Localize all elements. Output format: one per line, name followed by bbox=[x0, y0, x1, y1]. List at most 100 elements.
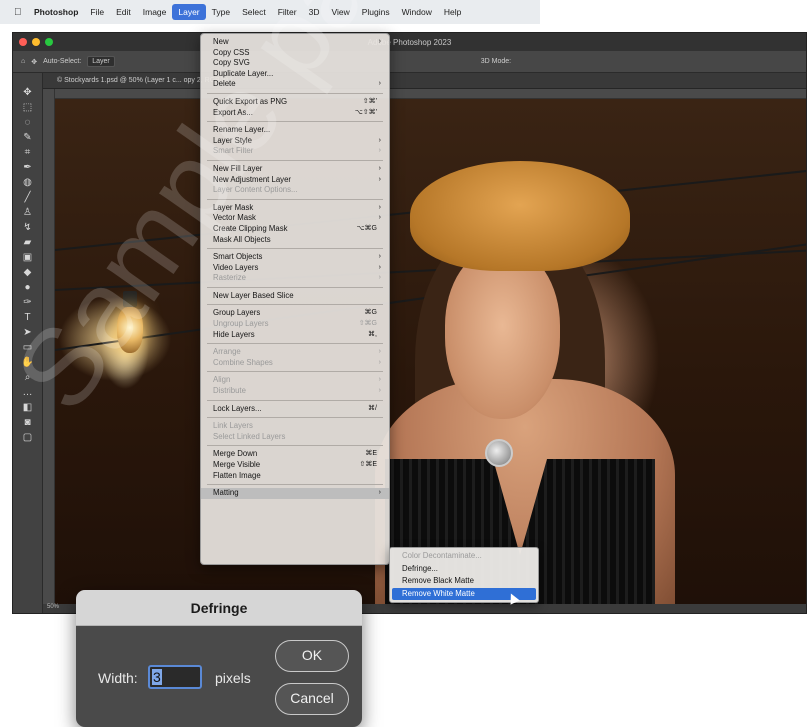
document-tab[interactable]: © Stockyards 1.psd @ 50% (Layer 1 c... o… bbox=[43, 73, 806, 89]
more-tools-icon[interactable]: … bbox=[23, 387, 33, 398]
layer-menu-item-video-layers[interactable]: Video Layers › bbox=[201, 263, 389, 274]
quick-select-tool-icon[interactable]: ✎ bbox=[23, 132, 31, 143]
menu-photoshop[interactable]: Photoshop bbox=[28, 4, 84, 20]
menu-edit[interactable]: Edit bbox=[110, 4, 137, 20]
gradient-tool-icon[interactable]: ▣ bbox=[23, 252, 32, 263]
menu-image[interactable]: Image bbox=[137, 4, 173, 20]
layer-menu-item-mask-all-objects[interactable]: Mask All Objects bbox=[201, 235, 389, 246]
zoom-tool-icon[interactable]: ⌕ bbox=[25, 372, 31, 383]
shape-tool-icon[interactable]: ▭ bbox=[23, 342, 32, 353]
brush-tool-icon[interactable]: ╱ bbox=[24, 192, 30, 203]
minimize-icon[interactable] bbox=[32, 38, 40, 46]
ok-button[interactable]: OK bbox=[275, 640, 349, 672]
chevron-right-icon: › bbox=[378, 274, 381, 282]
layer-menu-item-export-as[interactable]: Export As... ⌥⇧⌘' bbox=[201, 108, 389, 119]
layer-menu-item-vector-mask[interactable]: Vector Mask › bbox=[201, 213, 389, 224]
eyedropper-tool-icon[interactable]: ✒ bbox=[23, 162, 31, 173]
image-canvas[interactable] bbox=[55, 99, 806, 604]
move-tool-icon[interactable]: ✥ bbox=[23, 87, 31, 98]
menu-view[interactable]: View bbox=[325, 4, 355, 20]
home-icon[interactable]: ⌂ bbox=[21, 58, 25, 65]
menu-item-label: Merge Visible bbox=[213, 460, 261, 469]
layer-menu-item-duplicate-layer[interactable]: Duplicate Layer... bbox=[201, 69, 389, 80]
layer-menu-item-new-adjustment-layer[interactable]: New Adjustment Layer › bbox=[201, 175, 389, 186]
menu-select[interactable]: Select bbox=[236, 4, 272, 20]
menu-item-label: Export As... bbox=[213, 107, 253, 117]
healing-tool-icon[interactable]: ◍ bbox=[23, 177, 32, 188]
matting-item-defringe[interactable]: Defringe... bbox=[390, 563, 538, 576]
tools-panel: ✥ ⬚ ◌ ✎ ⌗ ✒ ◍ ╱ ♙ ↯ ▰ ▣ ◆ ● ✑ T ➤ ▭ ✋ ⌕ … bbox=[13, 73, 43, 613]
menu-layer[interactable]: Layer bbox=[172, 4, 206, 20]
layer-menu-item-hide-layers[interactable]: Hide Layers ⌘, bbox=[201, 330, 389, 341]
menu-window[interactable]: Window bbox=[396, 4, 438, 20]
layer-menu-item-new-layer-based-slice[interactable]: New Layer Based Slice bbox=[201, 291, 389, 302]
options-bar: ⌂ ✥ Auto-Select: Layer 3D Mode: bbox=[13, 51, 806, 73]
layer-menu-item-combine-shapes: Combine Shapes › bbox=[201, 358, 389, 369]
path-select-icon[interactable]: ➤ bbox=[23, 327, 31, 338]
menu-item-label: Duplicate Layer... bbox=[213, 68, 274, 78]
layer-menu-item-arrange: Arrange › bbox=[201, 347, 389, 358]
pen-tool-icon[interactable]: ✑ bbox=[23, 297, 31, 308]
type-tool-icon[interactable]: T bbox=[24, 312, 30, 323]
menu-item-label: Layer Mask bbox=[213, 202, 254, 212]
menu-separator bbox=[207, 343, 383, 345]
menu-plugins[interactable]: Plugins bbox=[356, 4, 396, 20]
menu-type[interactable]: Type bbox=[206, 4, 236, 20]
apple-icon[interactable]:  bbox=[14, 7, 28, 18]
layer-menu-item-layer-mask[interactable]: Layer Mask › bbox=[201, 203, 389, 214]
menu-item-label: Rename Layer... bbox=[213, 125, 271, 135]
layer-menu-item-delete[interactable]: Delete › bbox=[201, 79, 389, 90]
layer-menu-item-new[interactable]: New › bbox=[201, 37, 389, 48]
layer-menu-item-copy-css[interactable]: Copy CSS bbox=[201, 48, 389, 59]
layer-menu-item-layer-style[interactable]: Layer Style › bbox=[201, 136, 389, 147]
layer-menu-item-quick-export-as-png[interactable]: Quick Export as PNG ⇧⌘' bbox=[201, 97, 389, 108]
width-label: Width: bbox=[98, 670, 138, 686]
menu-item-label: Rasterize bbox=[213, 273, 246, 283]
menu-help[interactable]: Help bbox=[438, 4, 467, 20]
subject-face bbox=[445, 249, 560, 419]
window-titlebar: Adobe Photoshop 2023 bbox=[13, 33, 806, 51]
menu-item-label: Select Linked Layers bbox=[213, 431, 286, 441]
quick-mask-icon[interactable]: ◙ bbox=[24, 417, 30, 428]
menu-item-label: Smart Filter bbox=[213, 146, 254, 156]
layer-menu-item-group-layers[interactable]: Group Layers ⌘G bbox=[201, 308, 389, 319]
menu-item-label: Hide Layers bbox=[213, 329, 255, 339]
matting-item-remove-black-matte[interactable]: Remove Black Matte bbox=[390, 575, 538, 588]
menu-file[interactable]: File bbox=[84, 4, 110, 20]
width-value[interactable]: 3 bbox=[152, 669, 162, 685]
layer-menu-item-smart-objects[interactable]: Smart Objects › bbox=[201, 252, 389, 263]
layer-menu-item-flatten-image[interactable]: Flatten Image bbox=[201, 471, 389, 482]
dodge-tool-icon[interactable]: ● bbox=[24, 282, 30, 293]
subject-pendant bbox=[485, 439, 513, 467]
layer-menu-item-copy-svg[interactable]: Copy SVG bbox=[201, 58, 389, 69]
menu-separator bbox=[207, 159, 383, 161]
screen-mode-icon[interactable]: ▢ bbox=[23, 432, 32, 443]
menu-shortcut: ⇧⌘' bbox=[362, 97, 377, 105]
move-tool-icon[interactable]: ✥ bbox=[31, 58, 37, 66]
crop-tool-icon[interactable]: ⌗ bbox=[25, 147, 31, 158]
menu-shortcut: ⌘G bbox=[364, 309, 377, 317]
zoom-icon[interactable] bbox=[45, 38, 53, 46]
menu-filter[interactable]: Filter bbox=[272, 4, 303, 20]
color-swatches-icon[interactable]: ◧ bbox=[23, 402, 32, 413]
menu-item-label: Lock Layers... bbox=[213, 403, 262, 413]
layer-menu-item-new-fill-layer[interactable]: New Fill Layer › bbox=[201, 164, 389, 175]
eraser-tool-icon[interactable]: ▰ bbox=[24, 237, 32, 248]
menu-3d[interactable]: 3D bbox=[303, 4, 326, 20]
layer-menu-item-matting[interactable]: Matting › bbox=[201, 488, 389, 499]
history-brush-icon[interactable]: ↯ bbox=[23, 222, 31, 233]
layer-menu-item-merge-down[interactable]: Merge Down ⌘E bbox=[201, 449, 389, 460]
layer-menu-item-lock-layers[interactable]: Lock Layers... ⌘/ bbox=[201, 404, 389, 415]
layer-menu-item-rename-layer[interactable]: Rename Layer... bbox=[201, 125, 389, 136]
layer-menu-item-create-clipping-mask[interactable]: Create Clipping Mask ⌥⌘G bbox=[201, 224, 389, 235]
cancel-button[interactable]: Cancel bbox=[275, 683, 349, 715]
close-icon[interactable] bbox=[19, 38, 27, 46]
auto-select-dropdown[interactable]: Layer bbox=[87, 56, 115, 67]
blur-tool-icon[interactable]: ◆ bbox=[24, 267, 32, 278]
layer-menu-item-merge-visible[interactable]: Merge Visible ⇧⌘E bbox=[201, 460, 389, 471]
width-input[interactable]: 3 bbox=[148, 665, 202, 689]
marquee-tool-icon[interactable]: ⬚ bbox=[23, 102, 32, 113]
stamp-tool-icon[interactable]: ♙ bbox=[23, 207, 32, 218]
lasso-tool-icon[interactable]: ◌ bbox=[25, 117, 31, 128]
hand-tool-icon[interactable]: ✋ bbox=[21, 357, 33, 368]
